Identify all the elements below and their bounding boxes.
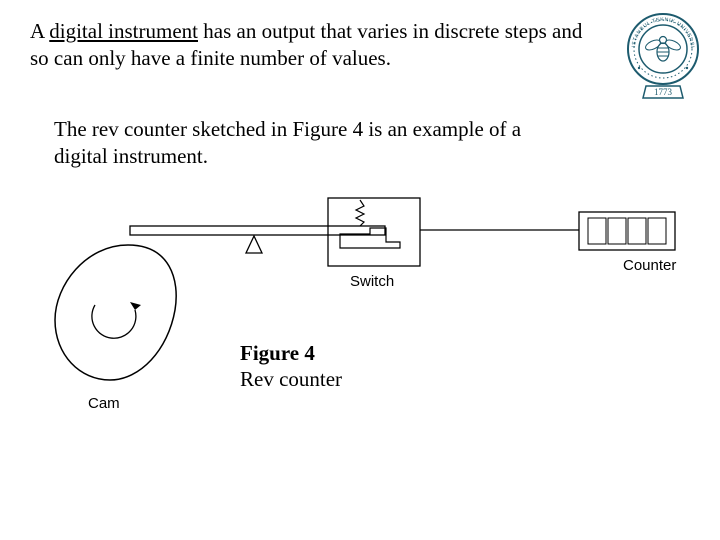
spring-icon <box>356 200 364 226</box>
para1-underlined-term: digital instrument <box>49 19 198 43</box>
paragraph-1: A digital instrument has an output that … <box>30 18 585 72</box>
switch-plunger-icon <box>340 228 400 248</box>
cam-label: Cam <box>88 395 120 412</box>
figure-caption: Figure 4 Rev counter <box>240 340 342 393</box>
counter-digit-2-icon <box>608 218 626 244</box>
para1-prefix: A <box>30 19 49 43</box>
switch-label: Switch <box>350 273 394 290</box>
counter-digit-4-icon <box>648 218 666 244</box>
cam-outline-icon <box>55 245 176 380</box>
university-seal-logo: ISTANBUL TEKNIK UNIVERSITESI 1773 <box>626 12 700 102</box>
paragraph-2: The rev counter sketched in Figure 4 is … <box>54 116 559 170</box>
switch-housing-icon <box>328 198 420 266</box>
figure-rev-counter: Cam Switch Counter <box>40 190 690 420</box>
caption-figure-title: Rev counter <box>240 367 342 391</box>
caption-figure-number: Figure 4 <box>240 341 315 365</box>
slide-page: ISTANBUL TEKNIK UNIVERSITESI 1773 A digi… <box>0 0 720 540</box>
pivot-triangle-icon <box>246 236 262 253</box>
counter-label: Counter <box>623 257 676 274</box>
rotation-arrow-icon <box>92 305 136 338</box>
counter-digit-1-icon <box>588 218 606 244</box>
counter-digit-3-icon <box>628 218 646 244</box>
logo-year: 1773 <box>654 87 673 97</box>
